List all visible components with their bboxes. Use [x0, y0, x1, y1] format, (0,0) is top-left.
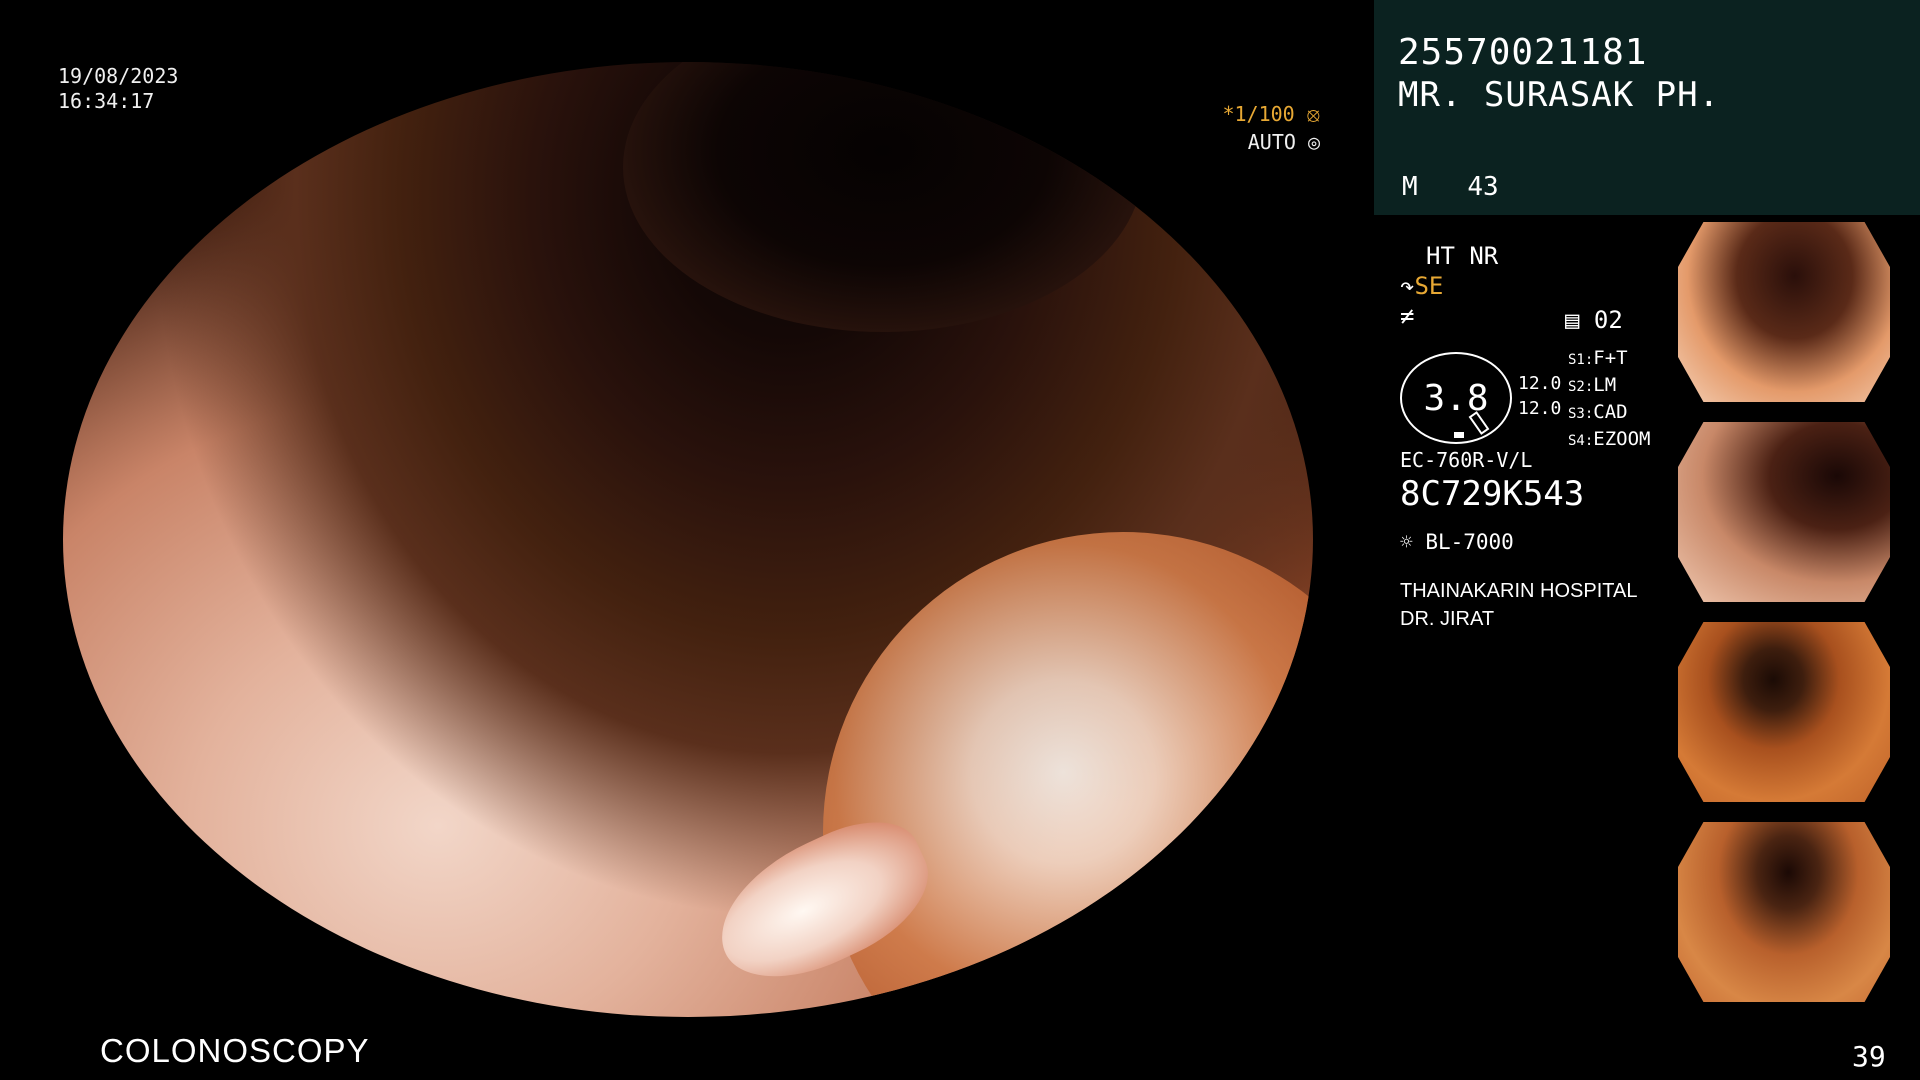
mucosa-fold — [823, 532, 1313, 1017]
enhance-mode: ↷SE — [1400, 272, 1444, 300]
gauge-tick — [1454, 432, 1464, 438]
switch-s4: S4:EZOOM — [1568, 428, 1651, 450]
patient-id: 25570021181 — [1398, 32, 1648, 73]
structure-enhance-icon: ↷ — [1400, 272, 1415, 300]
light-source-icon: ☼ — [1400, 530, 1413, 554]
iris-icon: ◎ — [1307, 130, 1320, 154]
thumbnail[interactable] — [1670, 818, 1920, 1016]
shutter-speed: *1/100 ⦻ — [1222, 102, 1320, 126]
patient-meta: M 43 — [1402, 172, 1533, 202]
image-count: 39 — [1852, 1040, 1886, 1073]
thumbnail-strip — [1670, 1000, 1920, 1016]
thumbnail-image — [1678, 822, 1890, 1002]
lumen-shadow — [623, 62, 1143, 332]
switch-s2: S2:LM — [1568, 374, 1617, 396]
scope-model: EC-760R-V/L — [1400, 448, 1533, 472]
datetime: 19/08/2023 16:34:17 — [58, 64, 178, 114]
patient-age: 43 — [1467, 172, 1499, 202]
gauge-left-2: 12.0 — [1518, 398, 1562, 419]
light-source: ☼ BL-7000 — [1400, 530, 1514, 554]
captured-thumbnails — [1670, 218, 1920, 1018]
patient-name: MR. SURASAK PH. — [1398, 75, 1721, 115]
thumbnail-image — [1678, 222, 1890, 402]
shutter-info: *1/100 ⦻ AUTO ◎ — [1222, 100, 1320, 156]
iris-mode: AUTO ◎ — [1247, 130, 1320, 154]
gauge-left-1: 12.0 — [1518, 373, 1562, 394]
ht-nr-label: HT NR — [1426, 242, 1499, 270]
thumbnail[interactable] — [1670, 618, 1920, 816]
patient-panel: 25570021181 MR. SURASAK PH. M 43 — [1374, 0, 1920, 215]
memory-icon: ▤ — [1565, 306, 1580, 334]
memory-slot: ▤ 02 — [1565, 306, 1623, 334]
thumbnail-strip — [1670, 400, 1920, 416]
thumbnail[interactable] — [1670, 218, 1920, 416]
time-text: 16:34:17 — [58, 89, 155, 113]
doctor-name: DR. JIRAT — [1400, 608, 1495, 630]
switch-list: S1:F+T S2:LM S3:CAD S4:EZOOM — [1568, 346, 1651, 454]
thumbnail-image — [1678, 422, 1890, 602]
switch-s3: S3:CAD — [1568, 401, 1628, 423]
switch-s1: S1:F+T — [1568, 347, 1628, 369]
scope-serial: 8C729K543 — [1400, 474, 1585, 514]
thumbnail-strip — [1670, 800, 1920, 816]
procedure-label: COLONOSCOPY — [100, 1032, 370, 1069]
color-enhance-icon: ≠ — [1400, 302, 1415, 330]
gauge-value: 3.8 — [1423, 377, 1489, 419]
patient-sex: M — [1402, 172, 1418, 202]
brightness-gauge: 3.8 — [1400, 352, 1512, 444]
thumbnail[interactable] — [1670, 418, 1920, 616]
shutter-icon: ⦻ — [1306, 102, 1320, 126]
thumbnail-image — [1678, 622, 1890, 802]
endoscope-live-view — [63, 62, 1313, 1017]
date-text: 19/08/2023 — [58, 64, 179, 88]
hospital-name: THAINAKARIN HOSPITAL — [1400, 580, 1638, 602]
thumbnail-strip — [1670, 600, 1920, 616]
